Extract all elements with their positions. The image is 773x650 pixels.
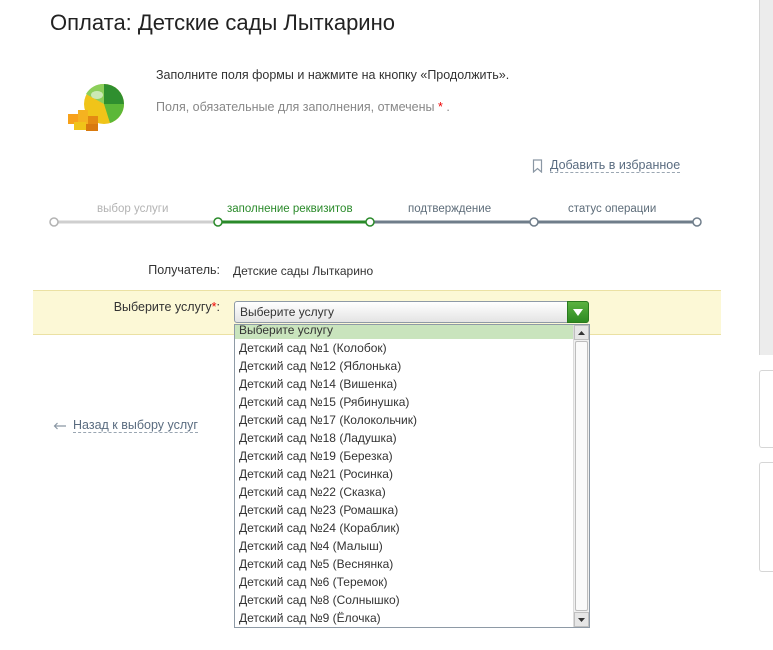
dropdown-option[interactable]: Детский сад №18 (Ладушка) <box>235 429 574 447</box>
scrollbar-thumb[interactable] <box>575 341 588 611</box>
arrow-left-icon <box>53 422 66 429</box>
dropdown-option[interactable]: Детский сад №15 (Рябинушка) <box>235 393 574 411</box>
dropdown-option[interactable]: Детский сад №4 (Малыш) <box>235 537 574 555</box>
right-sidebar-box <box>759 370 773 448</box>
step-label-4: статус операции <box>568 203 657 215</box>
recipient-value: Детские сады Лыткарино <box>233 264 374 278</box>
service-dropdown-list[interactable]: Выберите услугу Детский сад №1 (Колобок)… <box>234 324 590 628</box>
dropdown-option[interactable]: Детский сад №17 (Колокольчик) <box>235 411 574 429</box>
dropdown-option[interactable]: Детский сад №12 (Яблонька) <box>235 357 574 375</box>
step-label-1: выбор услуги <box>97 203 169 215</box>
dropdown-option[interactable]: Детский сад №5 (Веснянка) <box>235 555 574 573</box>
step-label-3: подтверждение <box>408 203 492 215</box>
dropdown-option[interactable]: Выберите услугу <box>235 325 574 339</box>
step-dot-5 <box>692 217 702 227</box>
dropdown-option[interactable]: Детский сад №19 (Березка) <box>235 447 574 465</box>
step-dot-4 <box>529 217 539 227</box>
chevron-down-icon <box>573 308 583 316</box>
back-label: Назад к выбору услуг <box>73 418 198 433</box>
step-dot-2 <box>213 217 223 227</box>
scroll-down-button[interactable] <box>574 612 589 627</box>
dropdown-option[interactable]: Детский сад №1 (Колобок) <box>235 339 574 357</box>
scroll-up-button[interactable] <box>574 325 589 340</box>
dropdown-option[interactable]: Детский сад №9 (Ёлочка) <box>235 609 574 627</box>
service-label-text: Выберите услугу <box>113 300 212 314</box>
dropdown-option[interactable]: Детский сад №6 (Теремок) <box>235 573 574 591</box>
dropdown-scrollbar[interactable] <box>573 325 589 627</box>
service-label-colon: : <box>216 300 220 314</box>
dropdown-option[interactable]: Детский сад №22 (Сказка) <box>235 483 574 501</box>
recipient-label: Получатель: <box>148 263 220 277</box>
dropdown-option[interactable]: Детский сад №8 (Солнышко) <box>235 591 574 609</box>
step-dot-1 <box>49 217 59 227</box>
triangle-up-icon <box>578 330 585 335</box>
dropdown-option[interactable]: Детский сад №23 (Ромашка) <box>235 501 574 519</box>
right-sidebar-box <box>759 462 773 572</box>
back-to-services-link[interactable]: Назад к выбору услуг <box>53 418 198 433</box>
service-select-value: Выберите услугу <box>240 305 335 319</box>
service-select[interactable]: Выберите услугу <box>234 301 589 323</box>
step-dot-3 <box>365 217 375 227</box>
triangle-down-icon <box>578 617 585 622</box>
dropdown-option[interactable]: Детский сад №14 (Вишенка) <box>235 375 574 393</box>
select-dropdown-button[interactable] <box>567 301 589 323</box>
dropdown-options: Выберите услугу Детский сад №1 (Колобок)… <box>235 325 574 627</box>
dropdown-option[interactable]: Детский сад №24 (Кораблик) <box>235 519 574 537</box>
service-label: Выберите услугу*: <box>114 300 220 314</box>
step-label-2: заполнение реквизитов <box>227 203 353 215</box>
dropdown-option[interactable]: Детский сад №21 (Росинка) <box>235 465 574 483</box>
right-sidebar-scroll-panel <box>759 0 773 355</box>
